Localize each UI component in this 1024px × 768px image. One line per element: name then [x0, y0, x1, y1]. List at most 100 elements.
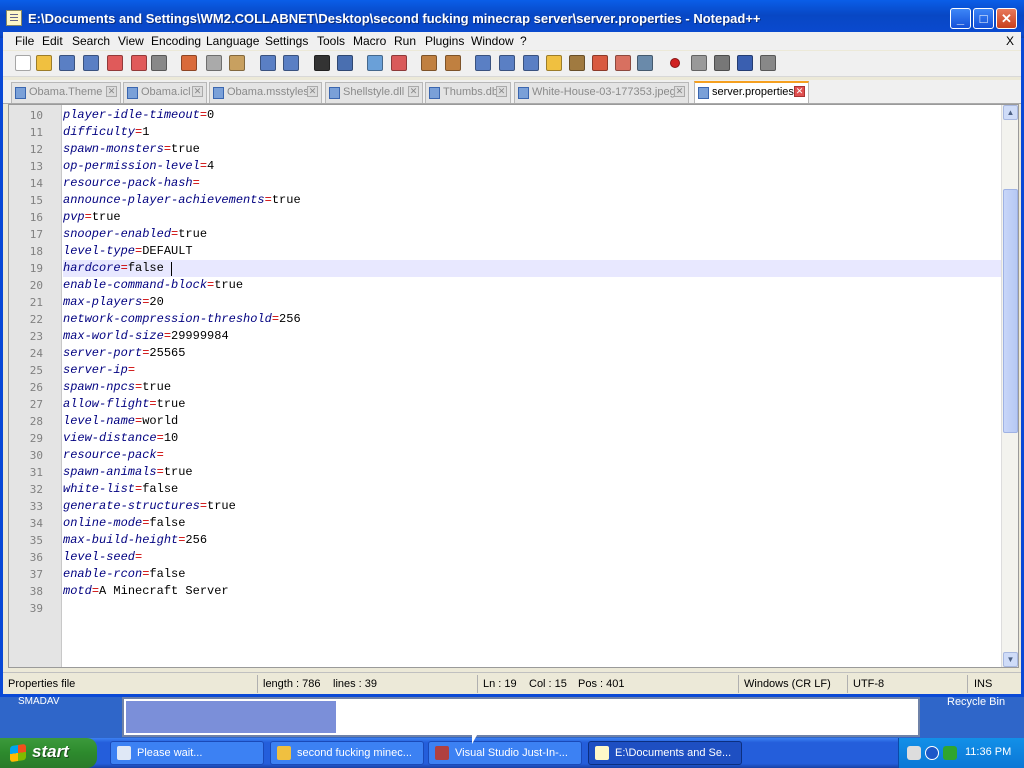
- desktop-label-recycle-bin[interactable]: Recycle Bin: [947, 696, 1005, 708]
- tab-white-house-03-177353-jpeg[interactable]: White-House-03-177353.jpeg ✕: [514, 82, 689, 103]
- save-all-icon[interactable]: [83, 55, 99, 71]
- menu-settings[interactable]: Settings: [265, 34, 308, 48]
- start-button[interactable]: start: [0, 738, 97, 768]
- tab-obama-theme[interactable]: Obama.Theme ✕: [11, 82, 121, 103]
- tab-server-properties[interactable]: server.properties ✕: [694, 81, 809, 103]
- code-line[interactable]: spawn-npcs=true: [63, 379, 1003, 396]
- wrap-icon[interactable]: [475, 55, 491, 71]
- zoom-in-icon[interactable]: [367, 55, 383, 71]
- new-file-icon[interactable]: [15, 55, 31, 71]
- code-line[interactable]: max-world-size=29999984: [63, 328, 1003, 345]
- maximize-button[interactable]: □: [973, 8, 994, 29]
- back-arrow-icon[interactable]: [925, 746, 939, 760]
- sync-h-icon[interactable]: [445, 55, 461, 71]
- code-line[interactable]: announce-player-achievements=true: [63, 192, 1003, 209]
- record-macro-icon[interactable]: [670, 58, 680, 68]
- copy-icon[interactable]: [206, 55, 222, 71]
- menu-macro[interactable]: Macro: [353, 34, 386, 48]
- close-tab-icon[interactable]: ✕: [408, 86, 419, 97]
- vertical-scrollbar[interactable]: ▲ ▼: [1001, 105, 1018, 667]
- code-line[interactable]: allow-flight=true: [63, 396, 1003, 413]
- code-line[interactable]: resource-pack=: [63, 447, 1003, 464]
- close-tab-icon[interactable]: ✕: [106, 86, 117, 97]
- code-line[interactable]: max-players=20: [63, 294, 1003, 311]
- scroll-up-arrow-icon[interactable]: ▲: [1003, 105, 1018, 120]
- code-line[interactable]: pvp=true: [63, 209, 1003, 226]
- menu-encoding[interactable]: Encoding: [151, 34, 201, 48]
- code-line[interactable]: view-distance=10: [63, 430, 1003, 447]
- menu-view[interactable]: View: [118, 34, 144, 48]
- indent-guide-icon[interactable]: [523, 55, 539, 71]
- code-line[interactable]: difficulty=1: [63, 124, 1003, 141]
- code-line[interactable]: white-list=false: [63, 481, 1003, 498]
- close-tab-icon[interactable]: ✕: [307, 86, 318, 97]
- menu-edit[interactable]: Edit: [42, 34, 63, 48]
- menu-run[interactable]: Run: [394, 34, 416, 48]
- print-icon[interactable]: [151, 55, 167, 71]
- taskbar-button[interactable]: Please wait...: [110, 741, 264, 765]
- tab-shellstyle-dll[interactable]: Shellstyle.dll ✕: [325, 82, 423, 103]
- notepad-app-icon[interactable]: [6, 10, 22, 26]
- code-line[interactable]: player-idle-timeout=0: [63, 107, 1003, 124]
- show-all-chars-icon[interactable]: [499, 55, 515, 71]
- zoom-out-icon[interactable]: [391, 55, 407, 71]
- cut-icon[interactable]: [181, 55, 197, 71]
- code-line[interactable]: max-build-height=256: [63, 532, 1003, 549]
- run-macro-multiple-icon[interactable]: [737, 55, 753, 71]
- close-document-button[interactable]: X: [1006, 34, 1014, 48]
- close-tab-icon[interactable]: ✕: [794, 86, 805, 97]
- code-line[interactable]: spawn-monsters=true: [63, 141, 1003, 158]
- code-line[interactable]: motd=A Minecraft Server: [63, 583, 1003, 600]
- code-line[interactable]: online-mode=false: [63, 515, 1003, 532]
- code-line[interactable]: op-permission-level=4: [63, 158, 1003, 175]
- menu-tools[interactable]: Tools: [317, 34, 345, 48]
- open-file-icon[interactable]: [36, 55, 52, 71]
- menu-plugins[interactable]: Plugins: [425, 34, 464, 48]
- scrollbar-thumb[interactable]: [1003, 189, 1018, 433]
- taskbar-button[interactable]: Visual Studio Just-In-...: [428, 741, 582, 765]
- code-line[interactable]: snooper-enabled=true: [63, 226, 1003, 243]
- save-icon[interactable]: [59, 55, 75, 71]
- menu-search[interactable]: Search: [72, 34, 110, 48]
- code-line[interactable]: enable-command-block=true: [63, 277, 1003, 294]
- clock[interactable]: 11:36 PM: [965, 746, 1011, 758]
- code-line[interactable]: level-name=world: [63, 413, 1003, 430]
- close-button[interactable]: ✕: [996, 8, 1017, 29]
- scroll-down-arrow-icon[interactable]: ▼: [1003, 652, 1018, 667]
- play-macro-icon[interactable]: [714, 55, 730, 71]
- code-line[interactable]: enable-rcon=false: [63, 566, 1003, 583]
- code-line[interactable]: [63, 600, 1003, 617]
- code-line[interactable]: generate-structures=true: [63, 498, 1003, 515]
- map-icon[interactable]: [569, 55, 585, 71]
- close-tab-icon[interactable]: ✕: [674, 86, 685, 97]
- menu-help[interactable]: ?: [520, 34, 527, 48]
- menu-language[interactable]: Language: [206, 34, 259, 48]
- function-list-icon[interactable]: [592, 55, 608, 71]
- smadav-tray-icon[interactable]: [943, 746, 957, 760]
- tab-obama-msstyles[interactable]: Obama.msstyles ✕: [209, 82, 322, 103]
- replace-icon[interactable]: [337, 55, 353, 71]
- find-icon[interactable]: [314, 55, 330, 71]
- redo-icon[interactable]: [283, 55, 299, 71]
- code-line[interactable]: resource-pack-hash=: [63, 175, 1003, 192]
- save-macro-icon[interactable]: [760, 55, 776, 71]
- keyboard-icon[interactable]: [907, 746, 921, 760]
- code-line[interactable]: server-ip=: [63, 362, 1003, 379]
- sync-v-icon[interactable]: [421, 55, 437, 71]
- paste-icon[interactable]: [229, 55, 245, 71]
- doc-map-icon[interactable]: [615, 55, 631, 71]
- close-tab-icon[interactable]: ✕: [192, 86, 203, 97]
- tab-obama-icl[interactable]: Obama.icl ✕: [123, 82, 207, 103]
- folder-icon[interactable]: [546, 55, 562, 71]
- minimize-button[interactable]: _: [950, 8, 971, 29]
- undo-icon[interactable]: [260, 55, 276, 71]
- menu-window[interactable]: Window: [471, 34, 514, 48]
- taskbar-button[interactable]: E:\Documents and Se...: [588, 741, 742, 765]
- stop-macro-icon[interactable]: [691, 55, 707, 71]
- code-line[interactable]: hardcore=false: [63, 260, 1003, 277]
- editor[interactable]: 10 11 12 13 14 15 16 17 18 19 20 21 22 23 24 25 26 27 28 29…: [8, 104, 1019, 668]
- taskbar-button[interactable]: second fucking minec...: [270, 741, 424, 765]
- desktop-label-smadav[interactable]: SMADAV: [18, 696, 60, 707]
- close-tab-icon[interactable]: ✕: [496, 86, 507, 97]
- tab-thumbs-db[interactable]: Thumbs.db ✕: [425, 82, 511, 103]
